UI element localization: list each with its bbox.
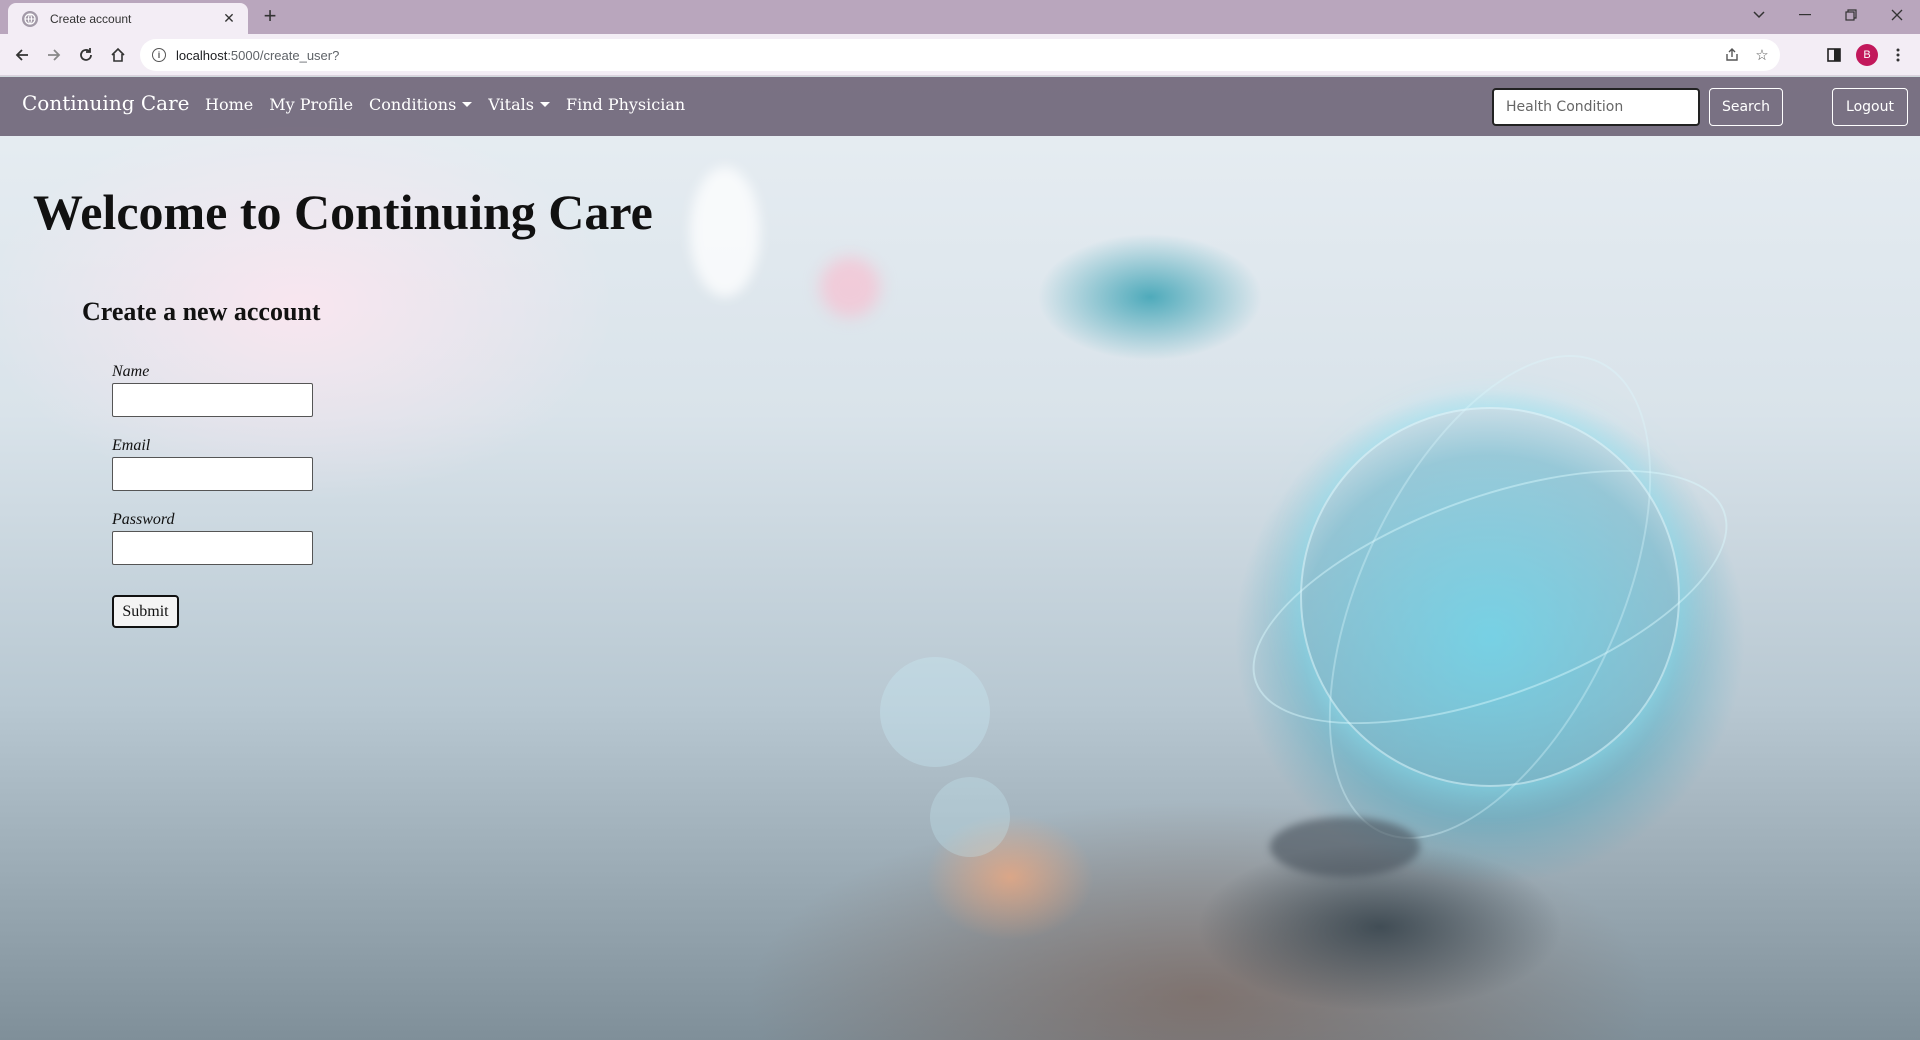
- nav-my-profile[interactable]: My Profile: [269, 95, 353, 114]
- page-title: Welcome to Continuing Care: [33, 184, 653, 240]
- new-tab-icon[interactable]: +: [258, 5, 282, 29]
- restore-icon[interactable]: [1828, 0, 1874, 30]
- password-label: Password: [112, 511, 175, 528]
- close-window-icon[interactable]: [1874, 0, 1920, 30]
- tab-title: Create account: [50, 11, 132, 26]
- email-label: Email: [112, 437, 151, 454]
- nav-vitals-dropdown[interactable]: Vitals: [488, 95, 550, 114]
- submit-button[interactable]: Submit: [112, 595, 179, 628]
- name-label: Name: [112, 363, 150, 380]
- menu-kebab-icon[interactable]: [1886, 43, 1910, 67]
- nav-links: Home My Profile Conditions Vitals Find P…: [205, 95, 685, 114]
- url-text: localhost:5000/create_user?: [176, 47, 340, 63]
- health-condition-search-input[interactable]: [1492, 88, 1700, 126]
- bookmark-star-icon[interactable]: ☆: [1748, 39, 1776, 71]
- share-icon[interactable]: [1718, 39, 1746, 71]
- caret-down-icon: [539, 102, 550, 107]
- search-button[interactable]: Search: [1709, 88, 1783, 126]
- forward-icon[interactable]: [42, 43, 66, 67]
- page-viewport: Continuing Care Home My Profile Conditio…: [0, 77, 1920, 1040]
- address-bar[interactable]: i localhost:5000/create_user? ☆: [140, 39, 1780, 71]
- name-field[interactable]: [112, 383, 313, 417]
- site-info-icon[interactable]: i: [152, 48, 166, 62]
- minimize-icon[interactable]: [1782, 0, 1828, 30]
- create-account-form: Name Email Password Submit: [112, 363, 313, 628]
- form-heading: Create a new account: [82, 297, 321, 326]
- browser-tab[interactable]: Create account ✕: [8, 3, 248, 34]
- side-panel-icon[interactable]: [1822, 43, 1846, 67]
- back-icon[interactable]: [10, 43, 34, 67]
- reload-icon[interactable]: [74, 43, 98, 67]
- close-tab-icon[interactable]: ✕: [220, 10, 238, 27]
- brand-link[interactable]: Continuing Care: [22, 91, 189, 115]
- home-icon[interactable]: [106, 43, 130, 67]
- globe-icon: [22, 10, 38, 27]
- site-navbar: Continuing Care Home My Profile Conditio…: [0, 77, 1920, 136]
- tab-search-icon[interactable]: [1736, 0, 1782, 30]
- nav-conditions-dropdown[interactable]: Conditions: [369, 95, 473, 114]
- nav-home[interactable]: Home: [205, 95, 253, 114]
- browser-tabstrip: Create account ✕ +: [0, 0, 1920, 34]
- profile-avatar[interactable]: B: [1856, 44, 1878, 66]
- password-field[interactable]: [112, 531, 313, 565]
- caret-down-icon: [462, 102, 473, 107]
- nav-find-physician[interactable]: Find Physician: [566, 95, 685, 114]
- logout-button[interactable]: Logout: [1832, 88, 1908, 126]
- email-field[interactable]: [112, 457, 313, 491]
- browser-toolbar: i localhost:5000/create_user? ☆ B: [0, 34, 1920, 76]
